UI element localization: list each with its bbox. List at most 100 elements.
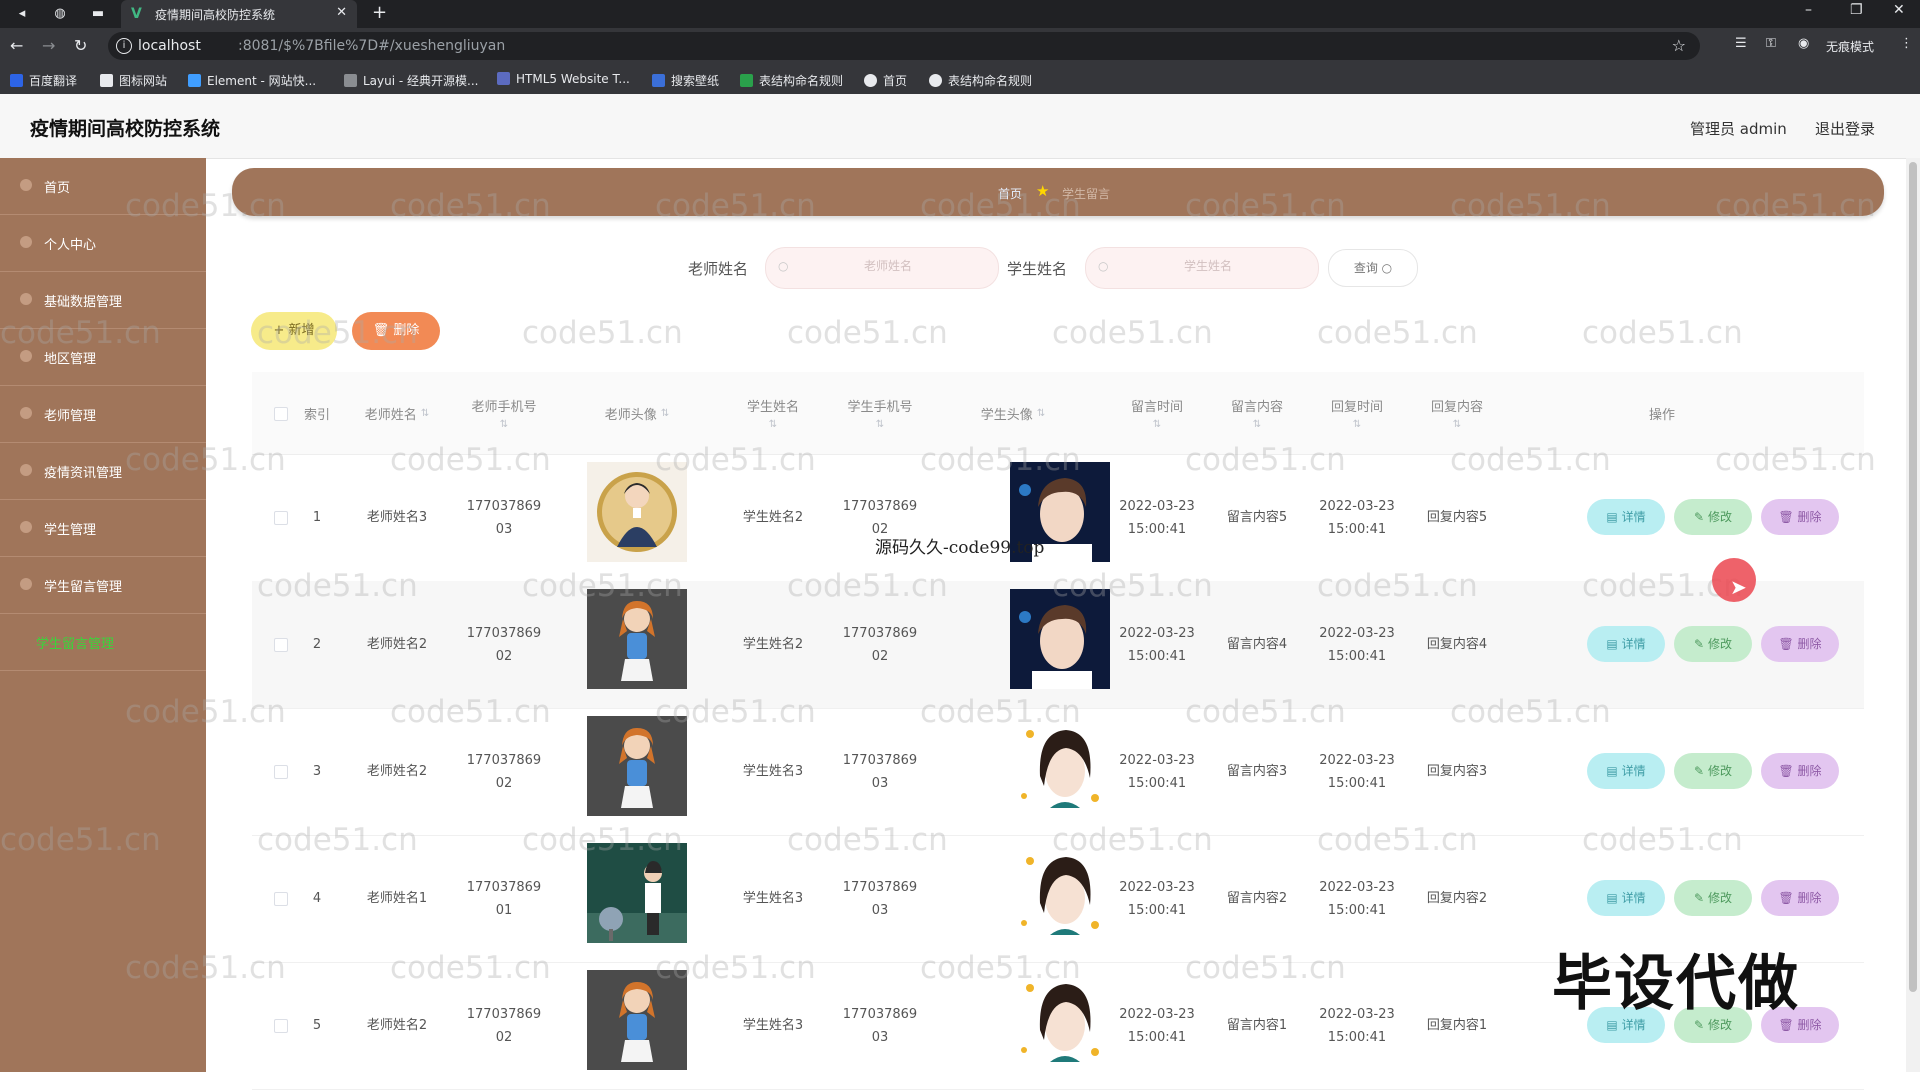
watermark: code51.cn (390, 188, 551, 224)
bishe-watermark-text: 毕设代做 (1552, 949, 1800, 1019)
bookmark-item[interactable]: 首页 (864, 72, 907, 89)
browser-menu-icon[interactable]: ⋮ (1900, 36, 1913, 51)
incognito-avatar-icon[interactable]: ◉ (1798, 36, 1809, 51)
teacher-avatar-image[interactable] (587, 589, 687, 689)
row-checkbox[interactable] (274, 511, 288, 525)
bookmark-favicon-icon (100, 74, 113, 87)
sidebar-subitem-student-message[interactable]: 学生留言管理 (0, 614, 206, 671)
student-name-input[interactable] (1116, 258, 1300, 274)
bookmark-item[interactable]: 表结构命名规则 (740, 72, 843, 89)
select-all-checkbox[interactable] (274, 407, 288, 421)
watermark: code51.cn (920, 694, 1081, 730)
reload-icon[interactable]: ↻ (74, 36, 87, 55)
bookmark-item[interactable]: 百度翻译 (10, 72, 77, 89)
student-name-field[interactable]: ○ (1085, 247, 1319, 289)
teacher-avatar-image[interactable] (587, 716, 687, 816)
sort-icon[interactable]: ⇅ (1153, 419, 1161, 430)
row-checkbox[interactable] (274, 765, 288, 779)
minimize-icon[interactable]: – (1805, 2, 1812, 18)
sort-icon[interactable]: ⇅ (661, 408, 669, 419)
delete-button[interactable]: 🗑 删除 (1761, 880, 1839, 916)
query-button[interactable]: 查询 ○ (1328, 249, 1418, 287)
edit-button[interactable]: ✎ 修改 (1674, 880, 1752, 916)
watermark: code51.cn (655, 694, 816, 730)
student-avatar-image[interactable] (1010, 716, 1110, 816)
sort-icon[interactable]: ⇅ (1453, 419, 1461, 430)
teacher-avatar-image[interactable] (587, 843, 687, 943)
edit-button[interactable]: ✎ 修改 (1674, 499, 1752, 535)
watermark: code51.cn (655, 188, 816, 224)
app-header: 疫情期间高校防控系统 管理员 admin 退出登录 (0, 94, 1920, 159)
browser-tab[interactable]: V 疫情期间高校防控系统 ✕ (121, 0, 357, 28)
watermark: code51.cn (1317, 822, 1478, 858)
sidebar-item-student[interactable]: 学生管理 (0, 500, 206, 557)
watermark: code51.cn (787, 822, 948, 858)
edit-button[interactable]: ✎ 修改 (1674, 753, 1752, 789)
search-icon: ○ (1098, 259, 1109, 273)
watermark: code51.cn (1185, 694, 1346, 730)
bookmark-favicon-icon (929, 74, 942, 87)
watermark: code51.cn (1715, 442, 1876, 478)
logout-link[interactable]: 退出登录 (1815, 118, 1875, 139)
bookmark-item[interactable]: 表结构命名规则 (929, 72, 1032, 89)
bookmark-item[interactable]: Layui - 经典开源模... (344, 72, 478, 89)
key-icon[interactable]: ⚿ (1766, 36, 1776, 51)
tab-list-icon[interactable]: ▬ (88, 4, 108, 24)
bookmark-item[interactable]: 搜索壁纸 (652, 72, 719, 89)
detail-button[interactable]: ▤ 详情 (1587, 499, 1665, 535)
browser-tabstrip: ◂ ◍ ▬ V 疫情期间高校防控系统 ✕ + – ❐ ✕ (0, 0, 1920, 28)
delete-button[interactable]: 🗑 删除 (1761, 626, 1839, 662)
search-icon: ○ (1381, 261, 1393, 275)
row-checkbox[interactable] (274, 1019, 288, 1033)
delete-button[interactable]: 🗑 删除 (1761, 753, 1839, 789)
window-close-icon[interactable]: ✕ (1893, 2, 1905, 18)
edit-button[interactable]: ✎ 修改 (1674, 626, 1752, 662)
detail-button[interactable]: ▤ 详情 (1587, 626, 1665, 662)
detail-button[interactable]: ▤ 详情 (1587, 880, 1665, 916)
row-checkbox[interactable] (274, 638, 288, 652)
cell-message-content: 留言内容2 (1226, 891, 1288, 906)
tab-audio-icon[interactable]: ◂ (12, 4, 32, 24)
document-icon: ▤ (1606, 764, 1618, 778)
sidebar-item-student-message[interactable]: 学生留言管理 (0, 557, 206, 614)
sort-icon[interactable]: ⇅ (769, 419, 777, 430)
vue-favicon-icon: V (131, 6, 142, 22)
scrollbar-thumb[interactable] (1909, 162, 1917, 992)
bookmark-item[interactable]: 图标网站 (100, 72, 167, 89)
tab-close-icon[interactable]: ✕ (336, 5, 347, 20)
bookmark-item[interactable]: Element - 网站快... (188, 72, 316, 89)
watermark: code51.cn (257, 568, 418, 604)
sort-icon[interactable]: ⇅ (876, 419, 884, 430)
sort-icon[interactable]: ⇅ (500, 419, 508, 430)
trash-icon: 🗑 (1778, 510, 1794, 524)
new-tab-icon[interactable]: + (372, 2, 387, 23)
sort-icon[interactable]: ⇅ (1353, 419, 1361, 430)
address-bar[interactable]: i localhost :8081/$%7Bfile%7D#/xueshengl… (108, 32, 1700, 60)
detail-button[interactable]: ▤ 详情 (1587, 753, 1665, 789)
mouse-cursor-icon: ➤ (1730, 575, 1747, 599)
sort-icon[interactable]: ⇅ (1037, 408, 1045, 419)
watermark: code51.cn (655, 442, 816, 478)
restore-icon[interactable]: ❐ (1850, 2, 1863, 18)
bookmark-favicon-icon (740, 74, 753, 87)
sort-icon[interactable]: ⇅ (1253, 419, 1261, 430)
forward-icon[interactable]: → (42, 36, 55, 55)
teacher-name-field[interactable]: ○ (765, 247, 999, 289)
bookmark-item[interactable]: HTML5 Website T... (497, 72, 630, 86)
document-icon: ▤ (1606, 891, 1618, 905)
reading-list-icon[interactable]: ☰ (1735, 36, 1747, 51)
student-avatar-image[interactable] (1010, 589, 1110, 689)
delete-button[interactable]: 🗑 删除 (1761, 499, 1839, 535)
site-info-icon[interactable]: i (116, 38, 132, 54)
col-student-phone[interactable]: 学生手机号 ⇅ (828, 372, 932, 454)
student-avatar-image[interactable] (1010, 843, 1110, 943)
watermark: code51.cn (522, 568, 683, 604)
teacher-name-input[interactable] (796, 258, 980, 274)
bookmark-star-icon[interactable]: ☆ (1672, 36, 1686, 55)
globe-icon[interactable]: ◍ (50, 4, 70, 24)
back-icon[interactable]: ← (10, 36, 23, 55)
sidebar-item-teacher[interactable]: 老师管理 (0, 386, 206, 443)
row-checkbox[interactable] (274, 892, 288, 906)
app-title: 疫情期间高校防控系统 (30, 118, 221, 140)
sort-icon[interactable]: ⇅ (421, 408, 429, 419)
